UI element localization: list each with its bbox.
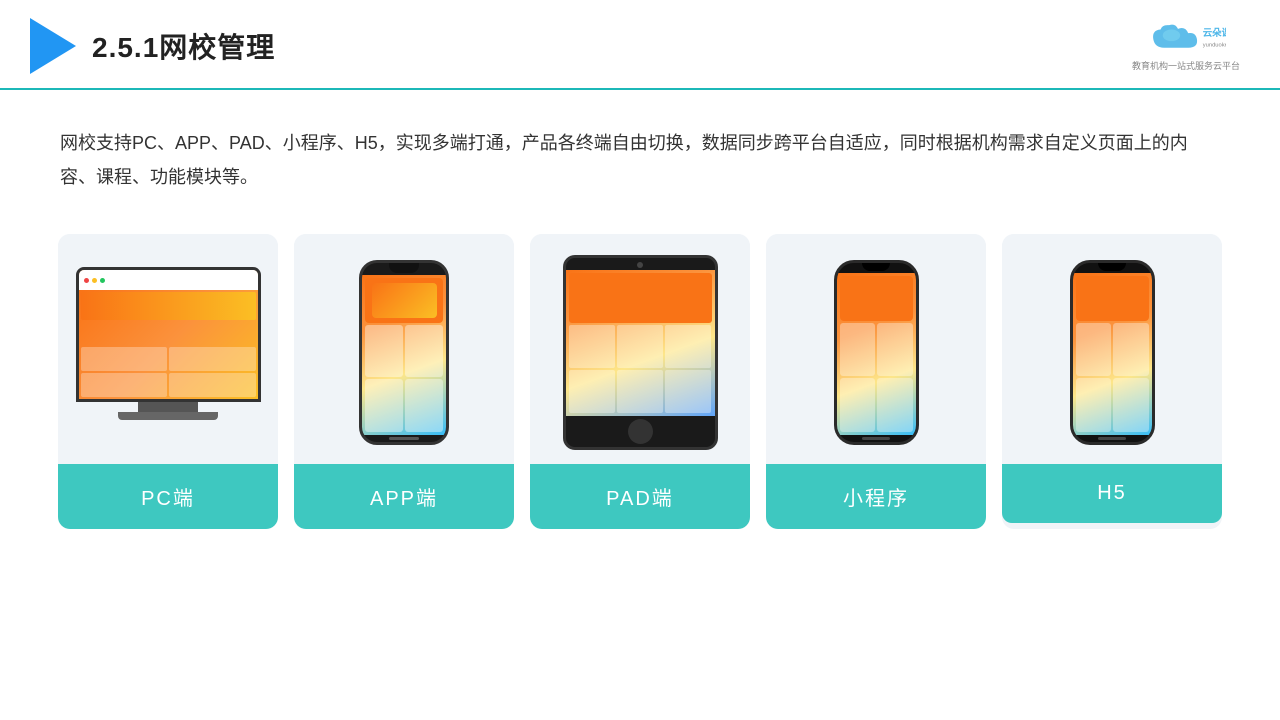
pad-tile-2 bbox=[617, 325, 663, 368]
h5-tile-4 bbox=[1113, 378, 1149, 432]
miniprogram-phone-mockup bbox=[834, 260, 919, 445]
miniprogram-home-bar bbox=[862, 437, 890, 440]
card-app-label: APP端 bbox=[294, 464, 514, 529]
description-paragraph: 网校支持PC、APP、PAD、小程序、H5，实现多端打通，产品各终端自由切换，数… bbox=[60, 126, 1220, 194]
app-phone-notch bbox=[389, 263, 419, 273]
pc-screen bbox=[76, 267, 261, 402]
logo-tagline: 教育机构一站式服务云平台 bbox=[1132, 59, 1240, 72]
logo-icon: 云朵课堂 yunduoketang.com bbox=[1146, 21, 1226, 57]
pc-dot-green bbox=[100, 278, 105, 283]
app-banner-img bbox=[372, 283, 437, 318]
pc-tile-banner bbox=[81, 292, 256, 320]
pad-tile-1 bbox=[569, 325, 615, 368]
h5-notch bbox=[1098, 263, 1126, 271]
card-h5: H5 bbox=[1002, 234, 1222, 529]
h5-home-bar bbox=[1098, 437, 1126, 440]
brand-triangle-icon bbox=[30, 18, 76, 74]
pc-tile-3 bbox=[81, 373, 168, 397]
pc-screen-top bbox=[79, 270, 258, 290]
page-title: 2.5.1网校管理 bbox=[92, 26, 275, 66]
miniprogram-tile-4 bbox=[877, 378, 913, 432]
svg-text:云朵课堂: 云朵课堂 bbox=[1203, 27, 1226, 39]
miniprogram-grid bbox=[840, 323, 913, 432]
h5-banner bbox=[1076, 276, 1149, 321]
card-miniprogram-image bbox=[766, 234, 986, 464]
cards-container: PC端 APP端 bbox=[0, 214, 1280, 529]
card-pad-image bbox=[530, 234, 750, 464]
app-phone-mockup bbox=[359, 260, 449, 445]
app-tile-1 bbox=[365, 325, 403, 378]
pc-screen-content bbox=[79, 290, 258, 399]
pad-grid bbox=[569, 325, 712, 413]
app-banner bbox=[365, 278, 443, 323]
miniprogram-tile-2 bbox=[877, 323, 913, 377]
pad-banner bbox=[569, 273, 712, 323]
pad-home-button bbox=[628, 419, 653, 444]
pc-stand bbox=[138, 402, 198, 412]
pc-tile-4 bbox=[169, 373, 256, 397]
h5-tile-1 bbox=[1076, 323, 1112, 377]
card-h5-label: H5 bbox=[1002, 464, 1222, 523]
pc-dot-yellow bbox=[92, 278, 97, 283]
miniprogram-tile-1 bbox=[840, 323, 876, 377]
app-grid bbox=[365, 325, 443, 432]
pad-tile-4 bbox=[569, 370, 615, 413]
h5-grid bbox=[1076, 323, 1149, 432]
miniprogram-screen bbox=[837, 273, 916, 435]
pc-tile-2 bbox=[169, 347, 256, 371]
card-pc: PC端 bbox=[58, 234, 278, 529]
pc-dot-red bbox=[84, 278, 89, 283]
card-pad-label: PAD端 bbox=[530, 464, 750, 529]
h5-screen bbox=[1073, 273, 1152, 435]
header-left: 2.5.1网校管理 bbox=[30, 18, 275, 74]
card-app-image bbox=[294, 234, 514, 464]
pc-base bbox=[118, 412, 218, 420]
miniprogram-banner bbox=[840, 276, 913, 321]
svg-text:yunduoketang.com: yunduoketang.com bbox=[1203, 42, 1226, 48]
pad-tablet-mockup bbox=[563, 255, 718, 450]
h5-tile-3 bbox=[1076, 378, 1112, 432]
card-miniprogram-label: 小程序 bbox=[766, 464, 986, 529]
pc-device-mockup bbox=[76, 267, 261, 437]
pc-tile-1 bbox=[81, 347, 168, 371]
app-tile-2 bbox=[405, 325, 443, 378]
miniprogram-notch bbox=[862, 263, 890, 271]
pad-tile-6 bbox=[665, 370, 711, 413]
h5-phone-mockup bbox=[1070, 260, 1155, 445]
card-pc-image bbox=[58, 234, 278, 464]
pc-screen-inner bbox=[79, 270, 258, 399]
pad-tile-3 bbox=[665, 325, 711, 368]
pad-tile-5 bbox=[617, 370, 663, 413]
description-text: 网校支持PC、APP、PAD、小程序、H5，实现多端打通，产品各终端自由切换，数… bbox=[0, 90, 1280, 214]
card-h5-image bbox=[1002, 234, 1222, 464]
app-tile-3 bbox=[365, 379, 403, 432]
app-tile-4 bbox=[405, 379, 443, 432]
brand-logo: 云朵课堂 yunduoketang.com 教育机构一站式服务云平台 bbox=[1132, 21, 1240, 72]
h5-tile-2 bbox=[1113, 323, 1149, 377]
card-pc-label: PC端 bbox=[58, 464, 278, 529]
card-app: APP端 bbox=[294, 234, 514, 529]
miniprogram-tile-3 bbox=[840, 378, 876, 432]
app-phone-screen bbox=[362, 275, 446, 435]
app-home-bar bbox=[389, 437, 419, 440]
card-pad: PAD端 bbox=[530, 234, 750, 529]
card-miniprogram: 小程序 bbox=[766, 234, 986, 529]
header: 2.5.1网校管理 云朵课堂 yunduoketang.com 教育机构一站式服… bbox=[0, 0, 1280, 90]
cloud-logo-svg: 云朵课堂 yunduoketang.com bbox=[1146, 21, 1226, 57]
pad-camera bbox=[637, 262, 643, 268]
pad-tablet-screen bbox=[566, 270, 715, 416]
